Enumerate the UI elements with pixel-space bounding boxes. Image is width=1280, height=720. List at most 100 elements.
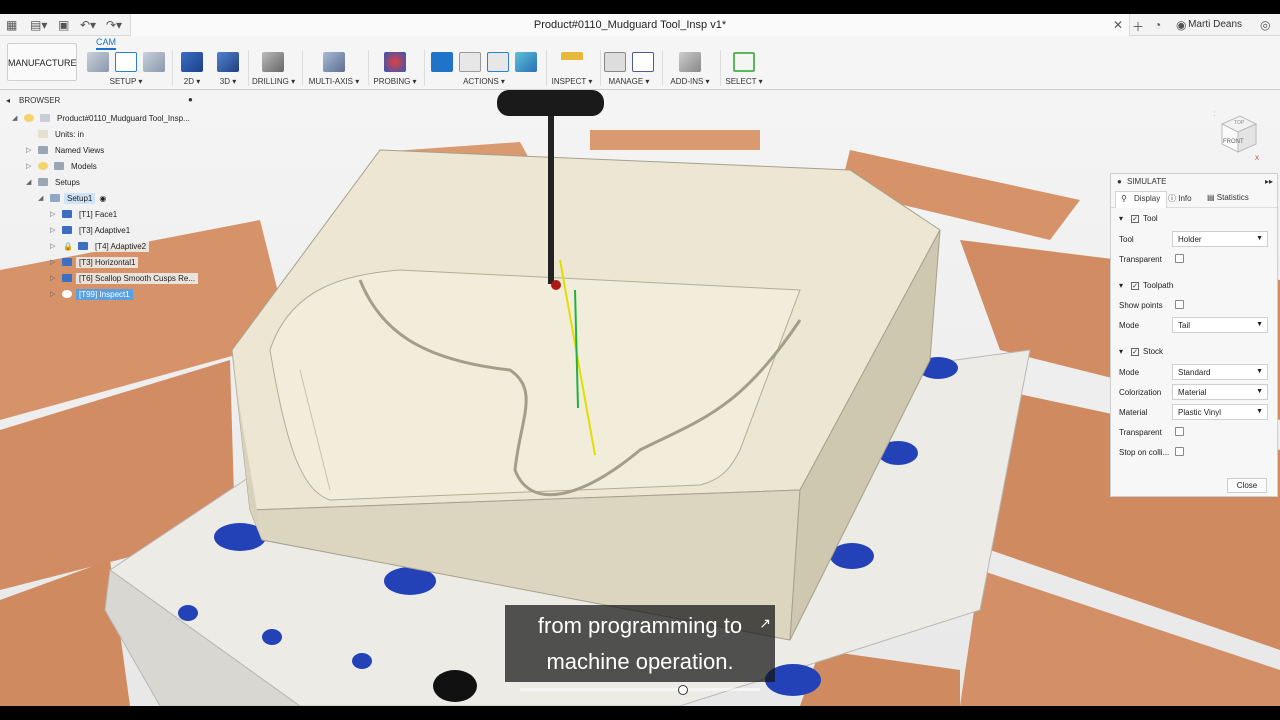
2d-label: 2D bbox=[183, 77, 194, 86]
expand-arrow-icon[interactable]: ↗ bbox=[759, 605, 771, 641]
multi-axis-group[interactable]: MULTI-AXIS ▾ bbox=[308, 50, 360, 88]
undo-icon[interactable]: ↶▾ bbox=[80, 18, 96, 32]
add-ins-icon[interactable] bbox=[679, 52, 701, 72]
nc-program-icon[interactable] bbox=[515, 52, 537, 72]
stop-on-collision-checkbox[interactable] bbox=[1175, 447, 1184, 456]
actions-group[interactable]: ACTIONS ▾ bbox=[428, 50, 540, 88]
user-name[interactable]: Marti Deans bbox=[1188, 19, 1242, 30]
tab-display[interactable]: ⚲ Display bbox=[1115, 191, 1168, 208]
select-group[interactable]: SELECT ▾ bbox=[724, 50, 764, 88]
probe-icon[interactable] bbox=[384, 52, 406, 72]
tree-named-views[interactable]: ▷ Named Views bbox=[26, 143, 107, 157]
toolpath-mode-select[interactable]: Tail ▼ bbox=[1172, 317, 1268, 333]
setup-icon bbox=[50, 194, 60, 202]
tree-models[interactable]: ▷ Models bbox=[26, 159, 100, 173]
multi-axis-icon[interactable] bbox=[323, 52, 345, 72]
measure-icon[interactable] bbox=[561, 52, 583, 72]
stock-checkbox[interactable]: ✓ bbox=[1131, 348, 1140, 356]
select-icon[interactable] bbox=[733, 52, 755, 72]
bulb-icon[interactable] bbox=[24, 114, 34, 122]
tool-checkbox[interactable]: ✓ bbox=[1131, 215, 1140, 223]
document-icon bbox=[40, 114, 50, 122]
manage-group[interactable]: MANAGE ▾ bbox=[604, 50, 654, 88]
bulb-icon[interactable] bbox=[38, 162, 48, 170]
view-cube[interactable]: TOP FRONT Z X bbox=[1211, 110, 1260, 162]
drilling-group[interactable]: DRILLING ▾ bbox=[252, 50, 295, 88]
tab-info[interactable]: ⓘ Info bbox=[1168, 193, 1192, 204]
material-select[interactable]: Plastic Vinyl ▼ bbox=[1172, 404, 1268, 420]
tree-op-adaptive1[interactable]: ▷ [T3] Adaptive1 bbox=[50, 223, 134, 237]
tab-statistics[interactable]: ▤ Statistics bbox=[1207, 193, 1249, 202]
stock-mode-select[interactable]: Standard ▼ bbox=[1172, 364, 1268, 380]
target-icon[interactable]: ◉ bbox=[99, 194, 106, 203]
tool-library-icon[interactable] bbox=[604, 52, 626, 72]
template-icon[interactable] bbox=[632, 52, 654, 72]
setup-group[interactable]: SETUP ▾ bbox=[84, 50, 168, 88]
probe-tip bbox=[551, 280, 561, 290]
expand-icon[interactable]: ▸▸ bbox=[1265, 177, 1273, 186]
tree-op-inspect1[interactable]: ▷ [T99] Inspect1 bbox=[50, 287, 133, 301]
setup-label: SETUP bbox=[109, 77, 137, 86]
pin-icon[interactable]: ● bbox=[188, 95, 193, 104]
document-tab[interactable]: Product#0110_Mudguard Tool_Insp v1* ✕ bbox=[130, 14, 1130, 36]
tree-op-horizontal1[interactable]: ▷ [T3] Horizontal1 bbox=[50, 255, 139, 269]
tab-cam[interactable]: CAM bbox=[96, 37, 116, 50]
3d-group[interactable]: 3D ▾ bbox=[214, 50, 242, 88]
close-button[interactable]: Close bbox=[1227, 478, 1267, 493]
tree-setups[interactable]: ◢ Setups bbox=[26, 175, 83, 189]
tree-op-adaptive2[interactable]: ▷ 🔒 [T4] Adaptive2 bbox=[50, 239, 150, 253]
toolpath-checkbox[interactable]: ✓ bbox=[1131, 282, 1140, 290]
tool-label: Tool bbox=[1119, 235, 1134, 244]
2d-toolpath-icon[interactable] bbox=[181, 52, 203, 72]
new-tab-icon[interactable]: ＋ bbox=[1132, 18, 1144, 35]
stock-icon[interactable] bbox=[143, 52, 165, 72]
folder-icon bbox=[54, 162, 64, 170]
collapse-icon[interactable]: ◂ bbox=[6, 96, 10, 105]
video-progress-bar[interactable] bbox=[520, 688, 760, 691]
post-process-icon[interactable] bbox=[459, 52, 481, 72]
tree-root[interactable]: ◢ Product#0110_Mudguard Tool_Insp... bbox=[12, 111, 193, 125]
account-icon[interactable]: ◎ bbox=[1260, 18, 1270, 32]
file-icon[interactable]: ▤▾ bbox=[30, 18, 47, 32]
workspace-switcher[interactable]: MANUFACTURE ▾ bbox=[7, 43, 77, 106]
inspect-op-icon bbox=[62, 290, 72, 298]
tree-label: [T3] Horizontal1 bbox=[76, 256, 139, 268]
redo-icon[interactable]: ↷▾ bbox=[106, 18, 122, 32]
new-setup-icon[interactable] bbox=[115, 52, 137, 72]
help-icon[interactable]: ◉ bbox=[1176, 18, 1186, 32]
tree-setup1[interactable]: ◢ Setup1 ◉ bbox=[38, 191, 106, 205]
browser-title: BROWSER bbox=[19, 96, 61, 105]
inspect-group[interactable]: INSPECT ▾ bbox=[550, 50, 594, 88]
drill-icon[interactable] bbox=[262, 52, 284, 72]
stock-mode-label: Mode bbox=[1119, 368, 1140, 377]
add-ins-group[interactable]: ADD-INS ▾ bbox=[666, 50, 714, 88]
toolpath-section[interactable]: ▾ ✓ Toolpath bbox=[1119, 281, 1173, 290]
cube-front-label: FRONT bbox=[1223, 139, 1244, 145]
colorization-select[interactable]: Material ▼ bbox=[1172, 384, 1268, 400]
tool-transparent-checkbox[interactable] bbox=[1175, 254, 1184, 263]
tree-op-face1[interactable]: ▷ [T1] Face1 bbox=[50, 207, 121, 221]
drilling-label: DRILLING bbox=[252, 77, 289, 86]
tree-label: Product#0110_Mudguard Tool_Insp... bbox=[57, 113, 190, 123]
tree-label: Units: in bbox=[55, 129, 84, 139]
3d-toolpath-icon[interactable] bbox=[217, 52, 239, 72]
grid-menu-icon[interactable]: ▦ bbox=[6, 18, 17, 32]
probing-group[interactable]: PROBING ▾ bbox=[372, 50, 418, 88]
job-status-icon[interactable]: ◔ bbox=[1154, 18, 1161, 32]
tool-section[interactable]: ▾ ✓ Tool bbox=[1119, 214, 1158, 223]
workspace-label: MANUFACTURE bbox=[8, 58, 77, 68]
simulate-icon[interactable] bbox=[431, 52, 453, 72]
tree-units[interactable]: Units: in bbox=[26, 127, 87, 141]
folder-icon bbox=[38, 146, 48, 154]
setup-folder-icon[interactable] bbox=[87, 52, 109, 72]
stock-section[interactable]: ▾ ✓ Stock bbox=[1119, 347, 1163, 356]
chevron-down-icon: ▼ bbox=[1256, 321, 1263, 328]
stock-transparent-checkbox[interactable] bbox=[1175, 427, 1184, 436]
tool-select[interactable]: Holder ▼ bbox=[1172, 231, 1268, 247]
close-tab-icon[interactable]: ✕ bbox=[1113, 18, 1123, 32]
setup-sheet-icon[interactable] bbox=[487, 52, 509, 72]
save-icon[interactable]: ▣ bbox=[58, 18, 69, 32]
tree-op-scallop[interactable]: ▷ [T6] Scallop Smooth Cusps Re... bbox=[50, 271, 199, 285]
show-points-checkbox[interactable] bbox=[1175, 300, 1184, 309]
2d-group[interactable]: 2D ▾ bbox=[178, 50, 206, 88]
